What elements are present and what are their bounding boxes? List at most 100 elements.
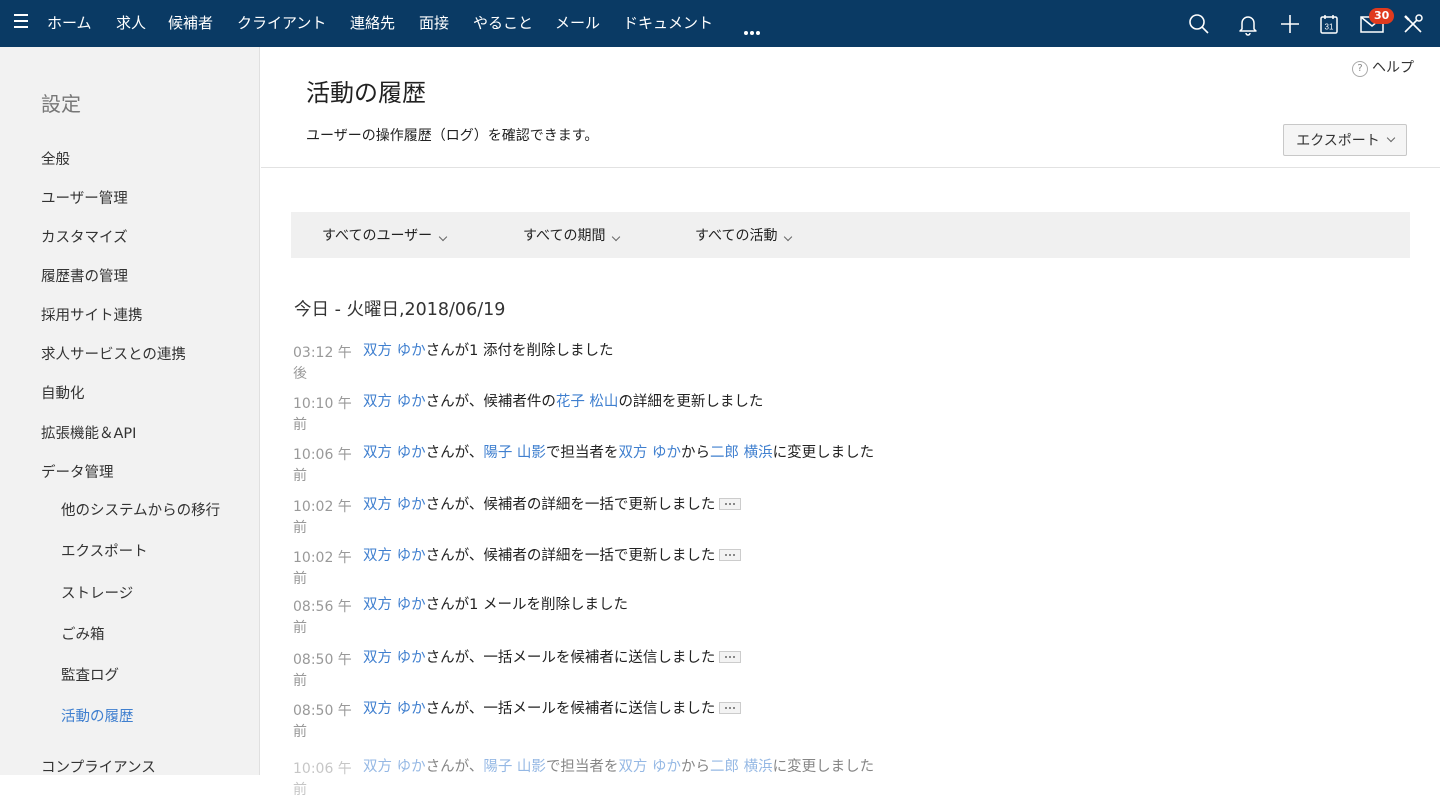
person-link[interactable]: 二郎 横浜 [710, 759, 773, 775]
log-time: 08:50 午前 [293, 703, 352, 740]
person-link[interactable]: 双方 ゆか [363, 548, 426, 564]
sidebar-item-career-site[interactable]: 採用サイト連携 [41, 304, 143, 325]
nav-todos[interactable]: やること [473, 14, 533, 32]
expand-details-icon[interactable] [719, 498, 742, 510]
nav-candidates[interactable]: 候補者 [168, 14, 213, 32]
plus-icon[interactable] [1278, 12, 1302, 36]
person-link[interactable]: 花子 松山 [556, 394, 619, 410]
nav-interviews[interactable]: 面接 [419, 14, 449, 32]
log-time: 10:02 午前 [293, 550, 352, 587]
svg-text:31: 31 [1325, 23, 1334, 32]
log-text-segment: に変更しました [772, 759, 875, 775]
help-label: ヘルプ [1372, 60, 1414, 76]
filter-activity-label: すべての活動 [695, 228, 778, 244]
sidebar-item-general[interactable]: 全般 [41, 148, 70, 169]
log-text-segment: から [681, 445, 711, 461]
person-link[interactable]: 双方 ゆか [363, 343, 426, 359]
filter-users[interactable]: すべてのユーザー [322, 225, 448, 245]
header-divider [261, 167, 1440, 168]
filter-activity[interactable]: すべての活動 [695, 225, 793, 245]
log-text-segment: から [681, 759, 711, 775]
log-text-segment: さんが、候補者の詳細を一括で更新しました [425, 497, 716, 513]
log-text-segment: さんが1 添付を削除しました [425, 343, 614, 359]
log-text-segment: さんが、 [425, 445, 484, 461]
sidebar-item-automation[interactable]: 自動化 [41, 382, 85, 403]
log-time: 08:50 午前 [293, 652, 352, 689]
log-text-segment: で担当者を [545, 759, 619, 775]
sidebar-subitem-migration[interactable]: 他のシステムからの移行 [61, 499, 220, 520]
log-text-segment: さんが、 [425, 759, 484, 775]
chevron-down-icon [784, 232, 793, 242]
log-text: 双方 ゆかさんが1 添付を削除しました [363, 341, 613, 362]
sidebar-subitem-export[interactable]: エクスポート [61, 540, 148, 561]
person-link[interactable]: 双方 ゆか [363, 394, 426, 410]
calendar-icon[interactable]: 31 [1317, 12, 1341, 36]
bell-icon[interactable] [1236, 12, 1260, 36]
filter-bar: すべてのユーザー すべての期間 すべての活動 [291, 212, 1410, 258]
log-time: 08:56 午前 [293, 599, 352, 636]
sidebar-item-job-boards[interactable]: 求人サービスとの連携 [41, 343, 186, 364]
tools-icon[interactable] [1401, 12, 1425, 36]
nav-jobs[interactable]: 求人 [116, 14, 146, 32]
page-description: ユーザーの操作履歴（ログ）を確認できます。 [306, 128, 599, 144]
day-heading: 今日 - 火曜日,2018/06/19 [294, 300, 506, 320]
search-icon[interactable] [1187, 12, 1211, 36]
log-text: 双方 ゆかさんが、候補者件の花子 松山の詳細を更新しました [363, 392, 763, 413]
log-text: 双方 ゆかさんが、一括メールを候補者に送信しました [363, 699, 742, 720]
sidebar-subitem-activity-history[interactable]: 活動の履歴 [61, 705, 134, 726]
expand-details-icon[interactable] [719, 651, 742, 663]
log-text-segment: さんが、候補者件の [425, 394, 556, 410]
chevron-down-icon [612, 232, 621, 242]
sidebar-item-resume-management[interactable]: 履歴書の管理 [41, 265, 128, 286]
export-button[interactable]: エクスポート [1283, 124, 1407, 156]
log-time: 10:06 午前 [293, 761, 352, 798]
log-text: 双方 ゆかさんが、候補者の詳細を一括で更新しました [363, 495, 742, 516]
person-link[interactable]: 双方 ゆか [363, 759, 426, 775]
person-link[interactable]: 双方 ゆか [618, 759, 681, 775]
sidebar-item-data-management[interactable]: データ管理 [41, 461, 114, 482]
nav-documents[interactable]: ドキュメント [623, 14, 713, 32]
log-text: 双方 ゆかさんが1 メールを削除しました [363, 595, 628, 616]
person-link[interactable]: 双方 ゆか [363, 701, 426, 717]
export-button-label: エクスポート [1296, 133, 1380, 149]
filter-users-label: すべてのユーザー [322, 228, 433, 244]
person-link[interactable]: 双方 ゆか [363, 445, 426, 461]
sidebar-subitem-trash[interactable]: ごみ箱 [61, 623, 105, 644]
sidebar-item-customize[interactable]: カスタマイズ [41, 226, 128, 247]
log-time: 10:10 午前 [293, 396, 352, 433]
page-title: 活動の履歴 [306, 79, 426, 107]
person-link[interactable]: 双方 ゆか [363, 497, 426, 513]
log-text-segment: さんが1 メールを削除しました [425, 597, 628, 613]
person-link[interactable]: 二郎 横浜 [710, 445, 773, 461]
help-link[interactable]: ? ヘルプ [1352, 57, 1414, 77]
person-link[interactable]: 陽子 山影 [483, 759, 546, 775]
sidebar-item-compliance[interactable]: コンプライアンス [41, 756, 156, 777]
filter-period[interactable]: すべての期間 [523, 225, 621, 245]
sidebar-item-extensions-api[interactable]: 拡張機能＆API [41, 422, 136, 443]
mail-count-badge: 30 [1369, 8, 1395, 24]
person-link[interactable]: 双方 ゆか [618, 445, 681, 461]
top-navigation-bar: ホーム 求人 候補者 クライアント 連絡先 面接 やること メール ドキュメント… [0, 0, 1440, 47]
nav-home[interactable]: ホーム [47, 14, 92, 32]
log-text-segment: さんが、候補者の詳細を一括で更新しました [425, 548, 716, 564]
sidebar-subitem-storage[interactable]: ストレージ [61, 582, 133, 603]
log-time: 10:06 午前 [293, 447, 352, 484]
nav-contacts[interactable]: 連絡先 [350, 14, 395, 32]
filter-period-label: すべての期間 [523, 228, 606, 244]
person-link[interactable]: 陽子 山影 [483, 445, 546, 461]
log-text-segment: さんが、一括メールを候補者に送信しました [425, 701, 716, 717]
nav-clients[interactable]: クライアント [237, 14, 326, 32]
person-link[interactable]: 双方 ゆか [363, 650, 426, 666]
expand-details-icon[interactable] [719, 549, 742, 561]
person-link[interactable]: 双方 ゆか [363, 597, 426, 613]
sidebar-subitem-audit-log[interactable]: 監査ログ [61, 664, 119, 685]
expand-details-icon[interactable] [719, 702, 742, 714]
log-text: 双方 ゆかさんが、陽子 山影で担当者を双方 ゆかから二郎 横浜に変更しました [363, 443, 874, 464]
chevron-down-icon [1386, 133, 1396, 143]
log-text-segment: の詳細を更新しました [618, 394, 764, 410]
sidebar-item-user-management[interactable]: ユーザー管理 [41, 187, 128, 208]
nav-mail[interactable]: メール [555, 14, 600, 32]
menu-icon[interactable] [14, 14, 28, 30]
log-time: 03:12 午後 [293, 345, 352, 382]
more-nav-icon[interactable] [744, 20, 762, 39]
